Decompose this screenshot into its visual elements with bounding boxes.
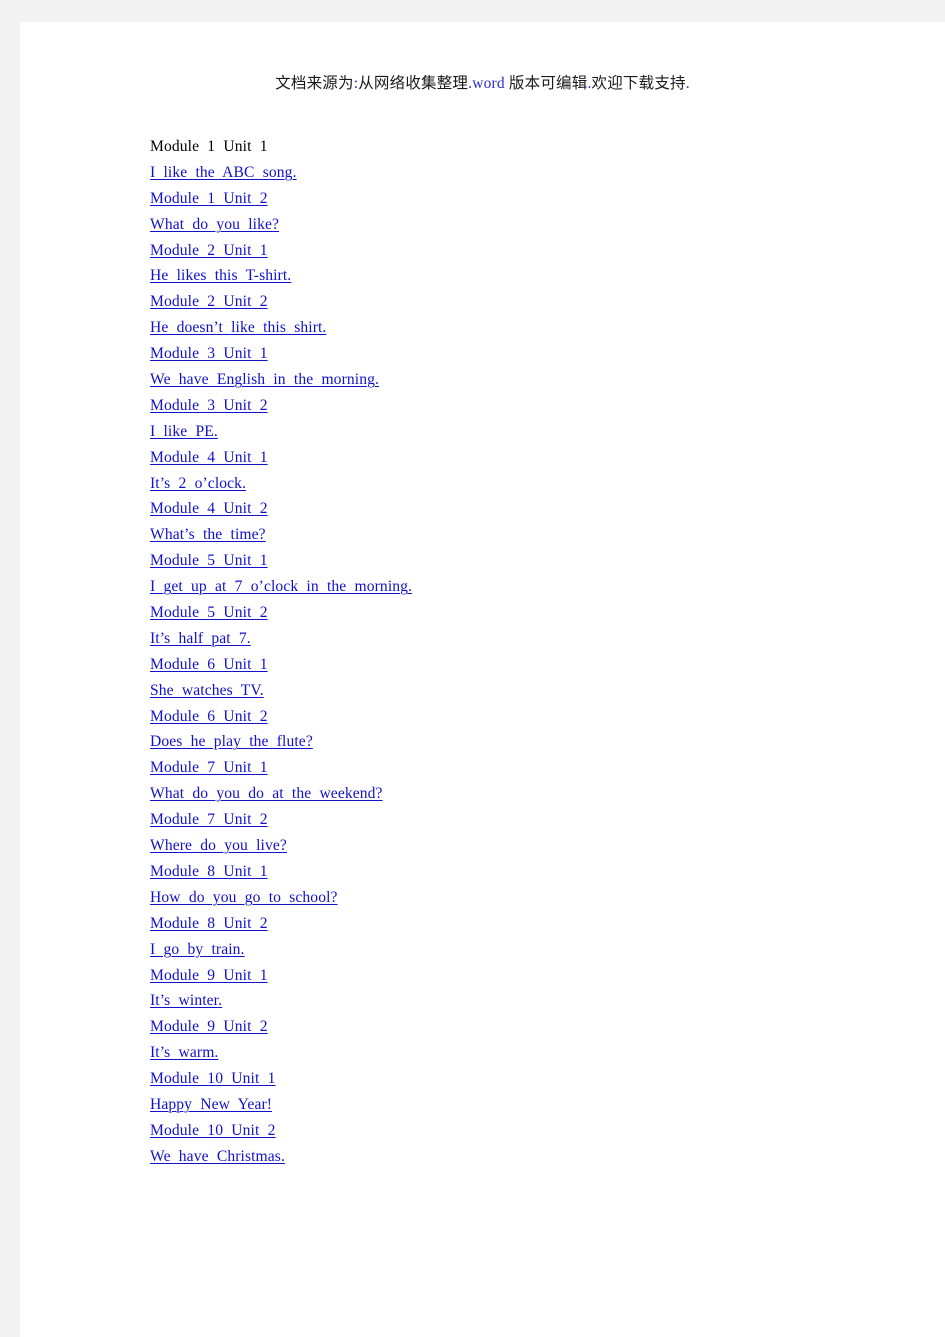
toc-link[interactable]: Module 6 Unit 2 — [150, 704, 268, 730]
toc-link-row[interactable]: I go by train. — [150, 937, 910, 963]
document-page: 文档来源为:从网络收集整理.word 版本可编辑.欢迎下载支持. Module … — [20, 22, 945, 1337]
document-source-header: 文档来源为:从网络收集整理.word 版本可编辑.欢迎下载支持. — [20, 74, 945, 94]
toc-link-row[interactable]: How do you go to school? — [150, 885, 910, 911]
toc-link[interactable]: She watches TV. — [150, 678, 264, 704]
toc-link-row[interactable]: Module 8 Unit 2 — [150, 911, 910, 937]
toc-link-row[interactable]: What’s the time? — [150, 522, 910, 548]
toc-link[interactable]: Happy New Year! — [150, 1092, 272, 1118]
toc-link-row[interactable]: I like PE. — [150, 419, 910, 445]
toc-link[interactable]: We have English in the morning. — [150, 367, 379, 393]
toc-link-row[interactable]: Module 10 Unit 2 — [150, 1118, 910, 1144]
toc-link[interactable]: Module 5 Unit 2 — [150, 600, 268, 626]
toc-link[interactable]: It’s winter. — [150, 988, 222, 1014]
toc-link-row[interactable]: I get up at 7 o’clock in the morning. — [150, 574, 910, 600]
toc-link-row[interactable]: Module 3 Unit 2 — [150, 393, 910, 419]
toc-link-row[interactable]: Module 9 Unit 1 — [150, 963, 910, 989]
toc-label: Module 1 Unit 1 — [150, 138, 268, 155]
toc-link-row[interactable]: Module 7 Unit 2 — [150, 807, 910, 833]
header-segment: word — [472, 75, 505, 92]
toc-link[interactable]: Module 3 Unit 1 — [150, 341, 268, 367]
toc-plain-row: Module 1 Unit 1 — [150, 134, 910, 160]
toc-link[interactable]: We have Christmas. — [150, 1144, 285, 1170]
header-segment: . — [685, 75, 690, 92]
toc-link[interactable]: Module 5 Unit 1 — [150, 548, 268, 574]
toc-link[interactable]: I like PE. — [150, 419, 218, 445]
toc-link[interactable]: It’s 2 o’clock. — [150, 471, 246, 497]
toc-link[interactable]: Module 10 Unit 2 — [150, 1118, 276, 1144]
toc-link-row[interactable]: I like the ABC song. — [150, 160, 910, 186]
toc-link[interactable]: Module 1 Unit 2 — [150, 186, 268, 212]
toc-link[interactable]: I get up at 7 o’clock in the morning. — [150, 574, 412, 600]
toc-link-row[interactable]: He doesn’t like this shirt. — [150, 315, 910, 341]
toc-link[interactable]: Module 2 Unit 2 — [150, 289, 268, 315]
toc-link[interactable]: Module 9 Unit 2 — [150, 1014, 268, 1040]
toc-link[interactable]: Module 8 Unit 1 — [150, 859, 268, 885]
toc-link-row[interactable]: Module 4 Unit 2 — [150, 496, 910, 522]
toc-link[interactable]: Module 7 Unit 1 — [150, 755, 268, 781]
toc-link-row[interactable]: What do you do at the weekend? — [150, 781, 910, 807]
header-segment: 从网络收集整理 — [358, 75, 469, 92]
toc-link-row[interactable]: Module 6 Unit 1 — [150, 652, 910, 678]
toc-link-row[interactable]: We have Christmas. — [150, 1144, 910, 1170]
toc-link[interactable]: What do you like? — [150, 212, 279, 238]
toc-link[interactable]: It’s warm. — [150, 1040, 218, 1066]
toc-link[interactable]: Module 10 Unit 1 — [150, 1066, 276, 1092]
toc-link[interactable]: He likes this T-shirt. — [150, 263, 291, 289]
toc-link-row[interactable]: He likes this T-shirt. — [150, 263, 910, 289]
toc-link-row[interactable]: Module 7 Unit 1 — [150, 755, 910, 781]
header-segment: 文档来源为 — [275, 75, 354, 92]
toc-link[interactable]: Module 2 Unit 1 — [150, 238, 268, 264]
table-of-contents-list: Module 1 Unit 1I like the ABC song. Modul… — [150, 134, 910, 1170]
toc-link-row[interactable]: Module 4 Unit 1 — [150, 445, 910, 471]
toc-link[interactable]: Module 8 Unit 2 — [150, 911, 268, 937]
toc-link-row[interactable]: It’s warm. — [150, 1040, 910, 1066]
toc-link[interactable]: What do you do at the weekend? — [150, 781, 383, 807]
toc-link-row[interactable]: It’s 2 o’clock. — [150, 471, 910, 497]
toc-link[interactable]: Module 7 Unit 2 — [150, 807, 268, 833]
toc-link[interactable]: How do you go to school? — [150, 885, 338, 911]
toc-link[interactable]: What’s the time? — [150, 522, 266, 548]
toc-link-row[interactable]: Module 1 Unit 2 — [150, 186, 910, 212]
toc-link[interactable]: Module 4 Unit 2 — [150, 496, 268, 522]
toc-link-row[interactable]: Happy New Year! — [150, 1092, 910, 1118]
toc-link[interactable]: Module 3 Unit 2 — [150, 393, 268, 419]
toc-link-row[interactable]: Module 3 Unit 1 — [150, 341, 910, 367]
toc-link-row[interactable]: It’s half pat 7. — [150, 626, 910, 652]
toc-link-row[interactable]: Module 2 Unit 2 — [150, 289, 910, 315]
header-segment: 版本可编辑 — [504, 75, 588, 92]
toc-link[interactable]: He doesn’t like this shirt. — [150, 315, 326, 341]
toc-link-row[interactable]: Module 8 Unit 1 — [150, 859, 910, 885]
toc-link-row[interactable]: She watches TV. — [150, 678, 910, 704]
toc-link-row[interactable]: Module 9 Unit 2 — [150, 1014, 910, 1040]
toc-link[interactable]: Module 9 Unit 1 — [150, 963, 268, 989]
toc-link[interactable]: It’s half pat 7. — [150, 626, 251, 652]
toc-link-row[interactable]: Module 5 Unit 1 — [150, 548, 910, 574]
toc-link-row[interactable]: Module 2 Unit 1 — [150, 238, 910, 264]
toc-link-row[interactable]: It’s winter. — [150, 988, 910, 1014]
toc-link-row[interactable]: Does he play the flute? — [150, 729, 910, 755]
toc-link[interactable]: I like the ABC song. — [150, 160, 297, 186]
toc-link-row[interactable]: Where do you live? — [150, 833, 910, 859]
toc-link[interactable]: Module 6 Unit 1 — [150, 652, 268, 678]
toc-link[interactable]: I go by train. — [150, 937, 245, 963]
toc-link[interactable]: Module 4 Unit 1 — [150, 445, 268, 471]
toc-link-row[interactable]: Module 6 Unit 2 — [150, 704, 910, 730]
toc-link-row[interactable]: What do you like? — [150, 212, 910, 238]
toc-link-row[interactable]: Module 5 Unit 2 — [150, 600, 910, 626]
toc-link-row[interactable]: Module 10 Unit 1 — [150, 1066, 910, 1092]
toc-link[interactable]: Does he play the flute? — [150, 729, 313, 755]
header-segment: 欢迎下载支持 — [591, 75, 686, 92]
toc-link[interactable]: Where do you live? — [150, 833, 287, 859]
toc-link-row[interactable]: We have English in the morning. — [150, 367, 910, 393]
